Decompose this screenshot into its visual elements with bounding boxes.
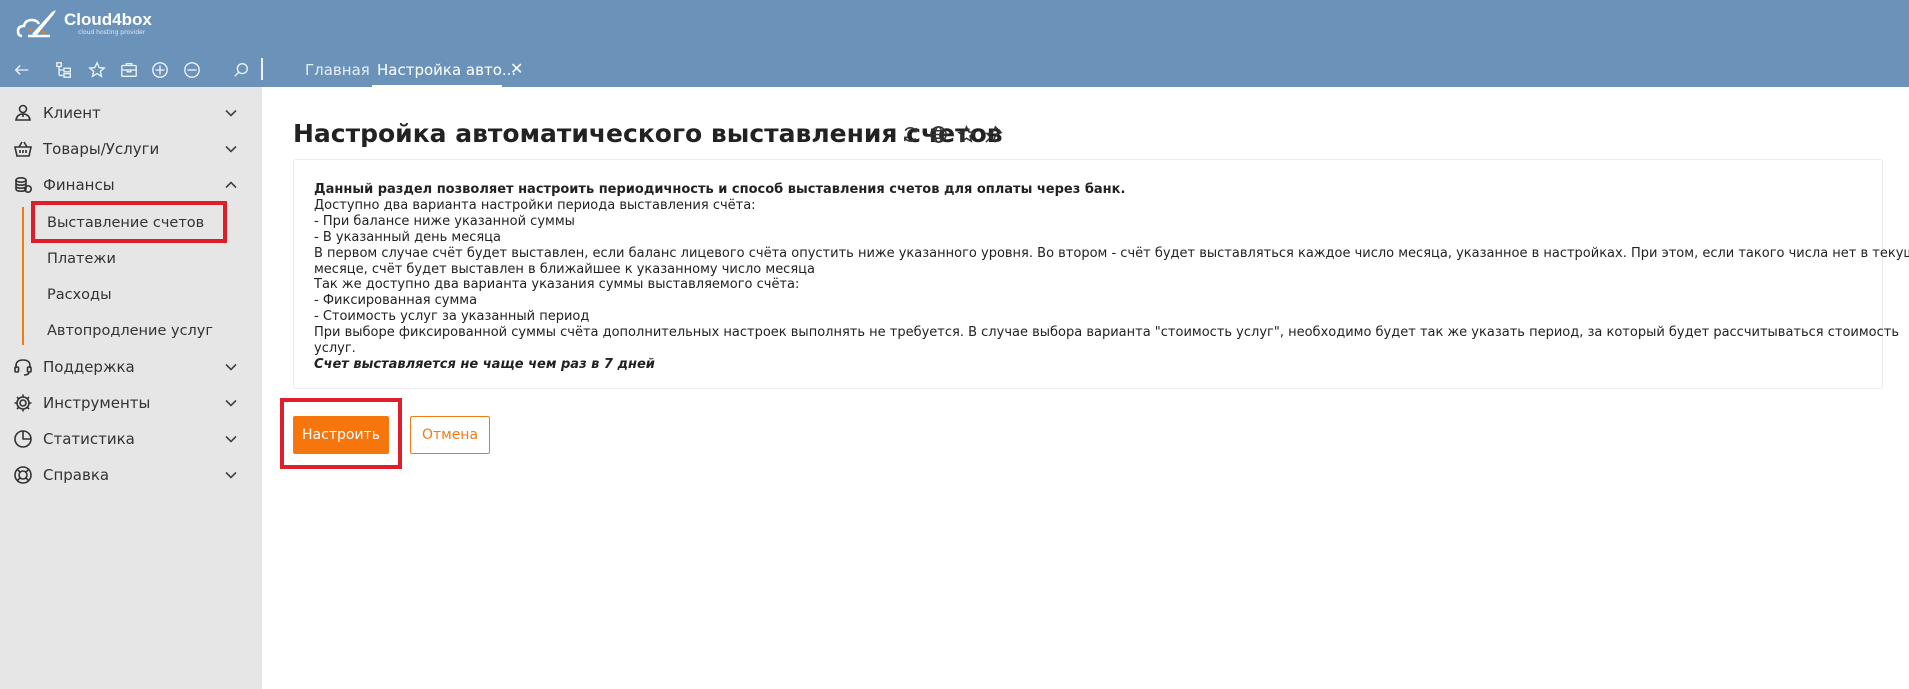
info-line: месяце, счёт будет выставлен в ближайшее… — [314, 261, 815, 277]
sidebar-item-label: Финансы — [43, 176, 115, 194]
brand-tagline: cloud hosting provider — [78, 29, 146, 36]
sidebar-subitem-expenses[interactable]: Расходы — [47, 279, 112, 311]
sidebar-item-tools[interactable]: Инструменты — [0, 385, 262, 421]
info-line: Доступно два варианта настройки периода … — [314, 197, 756, 213]
configure-button[interactable]: Настроить — [293, 416, 389, 454]
info-line: - Фиксированная сумма — [314, 293, 478, 309]
chevron-down-icon — [224, 142, 238, 156]
sidebar-item-label: Инструменты — [43, 394, 151, 412]
sidebar-item-help[interactable]: Справка — [0, 457, 262, 493]
refresh-icon[interactable] — [899, 123, 921, 145]
chevron-down-icon — [224, 432, 238, 446]
sidebar-item-statistics[interactable]: Статистика — [0, 421, 262, 457]
page-title: Настройка автоматического выставления сч… — [293, 119, 1003, 148]
active-tab-indicator — [372, 85, 502, 87]
sidebar-item-client[interactable]: Клиент — [0, 95, 262, 131]
briefcase-icon[interactable] — [118, 59, 140, 81]
info-line: В первом случае счёт будет выставлен, ес… — [314, 245, 1909, 261]
info-note: Счет выставляется не чаще чем раз в 7 дн… — [314, 356, 655, 372]
sidebar-subitem-invoicing[interactable]: Выставление счетов — [47, 207, 204, 239]
submenu-rail — [22, 207, 24, 345]
chevron-down-icon — [224, 468, 238, 482]
sidebar-item-label: Поддержка — [43, 358, 135, 376]
minus-circle-icon[interactable] — [181, 59, 203, 81]
tab-invoice-settings[interactable]: Настройка авто... — [377, 59, 516, 81]
close-tab-icon[interactable]: ✕ — [510, 59, 524, 81]
sidebar-item-label: Справка — [43, 466, 110, 484]
chevron-up-icon — [224, 178, 238, 192]
back-arrow-icon[interactable] — [11, 59, 33, 81]
info-intro: Данный раздел позволяет настроить период… — [314, 182, 1126, 197]
chevron-down-icon — [224, 106, 238, 120]
client-icon — [12, 102, 34, 124]
info-line: - Стоимость услуг за указанный период — [314, 309, 590, 325]
lifebuoy-icon — [12, 464, 34, 486]
basket-icon — [12, 138, 34, 160]
cloud-rocket-logo-icon — [16, 10, 56, 38]
star-icon[interactable] — [955, 123, 977, 145]
sidebar-item-support[interactable]: Поддержка — [0, 349, 262, 385]
chevron-down-icon — [224, 360, 238, 374]
cancel-button[interactable]: Отмена — [410, 416, 490, 454]
sidebar-item-label: Клиент — [43, 104, 101, 122]
info-line: - При балансе ниже указанной суммы — [314, 213, 575, 229]
info-line: При выборе фиксированной суммы счёта доп… — [314, 325, 1900, 341]
tree-icon[interactable] — [53, 59, 75, 81]
search-icon[interactable] — [230, 59, 252, 81]
star-icon[interactable] — [86, 59, 108, 81]
info-line: - В указанный день месяца — [314, 229, 501, 245]
brand-name: Cloud4box — [64, 10, 152, 29]
info-panel: Данный раздел позволяет настроить период… — [293, 159, 1909, 389]
sidebar-item-label: Товары/Услуги — [43, 140, 160, 158]
sidebar-subitem-payments[interactable]: Платежи — [47, 243, 116, 275]
globe-icon[interactable] — [927, 123, 949, 145]
top-header: Cloud4box cloud hosting provider Главная… — [0, 0, 1909, 87]
sidebar-item-finance[interactable]: Финансы — [0, 167, 262, 203]
info-line: Так же доступно два варианта указания су… — [314, 277, 800, 293]
gear-icon — [12, 392, 34, 414]
sidebar-subitem-autorenew[interactable]: Автопродление услуг — [47, 315, 213, 347]
sidebar-item-label: Статистика — [43, 430, 135, 448]
info-line: услуг. — [314, 341, 356, 357]
plus-circle-icon[interactable] — [149, 59, 171, 81]
tab-home[interactable]: Главная — [305, 59, 370, 81]
pin-icon[interactable] — [982, 123, 1004, 145]
chevron-down-icon — [224, 396, 238, 410]
sidebar: Клиент Товары/Услуги Финансы Выставление… — [0, 87, 262, 689]
sidebar-item-products[interactable]: Товары/Услуги — [0, 131, 262, 167]
coins-icon — [12, 174, 34, 196]
headset-icon — [12, 356, 34, 378]
brand-logo[interactable]: Cloud4box cloud hosting provider — [16, 8, 152, 40]
toolbar-divider — [261, 58, 263, 80]
pie-chart-icon — [12, 428, 34, 450]
